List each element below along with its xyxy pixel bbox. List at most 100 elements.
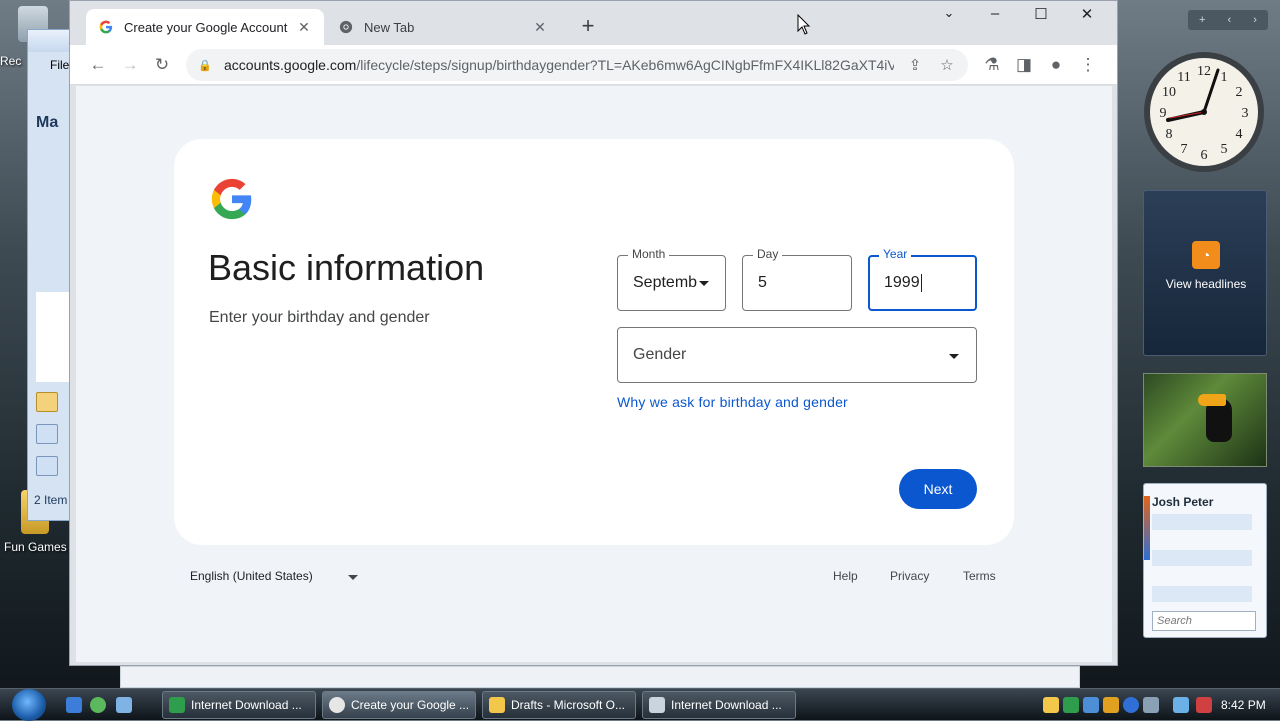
page-title: Basic information	[208, 247, 485, 288]
mouse-cursor-icon	[797, 14, 811, 35]
language-select[interactable]: English (United States)	[190, 569, 360, 583]
browser-toolbar: ← → ↻ 🔒 accounts.google.com/lifecycle/st…	[70, 45, 1117, 85]
google-favicon-icon	[98, 19, 114, 35]
svg-text:6: 6	[1201, 148, 1208, 163]
forward-arrow-icon[interactable]: →	[118, 53, 142, 77]
day-input[interactable]: Day 5	[742, 247, 852, 311]
idm-window-icon	[649, 697, 665, 713]
svg-text:3: 3	[1242, 106, 1249, 121]
side-panel-icon[interactable]: ◨	[1012, 53, 1036, 77]
gender-dropdown-caret-icon	[949, 354, 959, 359]
footer-terms-link[interactable]: Terms	[963, 569, 996, 583]
chrome-quicklaunch-icon[interactable]	[90, 697, 106, 713]
close-window-button[interactable]: ✕	[1064, 5, 1110, 23]
rss-icon: ◔	[1192, 241, 1220, 269]
svg-text:10: 10	[1162, 85, 1176, 100]
profile-avatar-icon[interactable]: ●	[1044, 53, 1068, 77]
outlook-window-background[interactable]: File Ma 2 Item	[27, 29, 76, 521]
start-button[interactable]	[12, 689, 46, 721]
clock-gadget-icon[interactable]: 12 12 345 678 91011	[1142, 50, 1266, 174]
year-input[interactable]: Year 1999	[868, 247, 977, 311]
task-label: Create your Google ...	[351, 698, 470, 712]
tray-network-icon[interactable]	[1083, 697, 1099, 713]
svg-text:2: 2	[1236, 85, 1243, 100]
browser-menu-icon[interactable]: ⋮	[1076, 53, 1100, 77]
contacts-accent	[1144, 496, 1150, 560]
tray-security-shield-icon[interactable]	[1103, 697, 1119, 713]
taskbar: Internet Download ... Create your Google…	[0, 688, 1280, 721]
why-we-ask-link[interactable]: Why we ask for birthday and gender	[617, 394, 848, 410]
bookmark-star-icon[interactable]: ☆	[936, 56, 958, 74]
contacts-gadget[interactable]: Josh Peter Search	[1143, 483, 1267, 638]
contacts-row	[1152, 550, 1252, 566]
signup-card: Basic information Enter your birthday an…	[174, 139, 1014, 545]
maximize-button[interactable]: ☐	[1018, 5, 1064, 23]
day-label: Day	[753, 247, 783, 261]
taskbar-item-chrome[interactable]: Create your Google ...	[322, 691, 476, 719]
outlook-item-count: 2 Item	[34, 493, 68, 507]
gender-select[interactable]: Gender	[617, 327, 977, 383]
extensions-icon[interactable]: ⚗	[980, 53, 1004, 77]
tab-new-tab[interactable]: New Tab ✕	[326, 9, 560, 45]
svg-text:8: 8	[1166, 127, 1173, 142]
tab-title: New Tab	[364, 19, 415, 35]
svg-text:11: 11	[1177, 70, 1190, 85]
outlook-mail-pane-title: Ma	[36, 114, 59, 131]
taskbar-item-outlook-drafts[interactable]: Drafts - Microsoft O...	[482, 691, 636, 719]
close-tab-icon[interactable]: ✕	[532, 19, 548, 36]
tray-idm-icon[interactable]	[1063, 697, 1079, 713]
reload-icon[interactable]: ↻	[150, 53, 174, 77]
fun-games-label: Fun Games	[4, 540, 67, 554]
close-tab-icon[interactable]: ✕	[296, 19, 312, 36]
toucan-beak	[1198, 394, 1226, 406]
task-label: Internet Download ...	[671, 698, 782, 712]
contact-name: Josh Peter	[1152, 495, 1214, 509]
switch-windows-icon[interactable]	[116, 697, 132, 713]
outlook-file-menu[interactable]: File	[28, 52, 74, 76]
footer-privacy-link[interactable]: Privacy	[890, 569, 929, 583]
tray-outlook-icon[interactable]	[1043, 697, 1059, 713]
year-label: Year	[879, 247, 912, 261]
system-clock[interactable]: 8:42 PM	[1221, 698, 1266, 712]
tray-volume-muted-icon[interactable]	[1196, 697, 1212, 713]
task-label: Drafts - Microsoft O...	[511, 698, 626, 712]
tab-search-chevron-icon[interactable]: ⌄	[926, 5, 972, 21]
new-tab-button[interactable]: +	[574, 13, 602, 39]
year-value: 1999	[884, 274, 922, 292]
url-text: accounts.google.com/lifecycle/steps/sign…	[224, 57, 894, 73]
footer-help-link[interactable]: Help	[833, 569, 858, 583]
idm-icon	[169, 697, 185, 713]
tray-printer-icon[interactable]	[1143, 697, 1159, 713]
contacts-search-input[interactable]: Search	[1152, 611, 1256, 631]
slideshow-gadget-toucan-image[interactable]	[1143, 373, 1267, 467]
tray-globe-icon[interactable]	[1123, 697, 1139, 713]
share-icon[interactable]: ⇪	[904, 56, 926, 74]
day-value: 5	[758, 274, 767, 291]
next-button[interactable]: Next	[899, 469, 977, 509]
outlook-mail-nav-icon[interactable]	[36, 392, 58, 412]
month-select[interactable]: Month Septemb	[617, 247, 726, 311]
taskbar-item-internet-download-2[interactable]: Internet Download ...	[642, 691, 796, 719]
minimize-button[interactable]: –	[972, 5, 1018, 22]
svg-text:1: 1	[1221, 70, 1228, 85]
show-desktop-icon[interactable]	[66, 697, 82, 713]
language-dropdown-caret-icon	[348, 575, 358, 580]
back-arrow-icon[interactable]: ←	[86, 53, 110, 77]
page-subtitle: Enter your birthday and gender	[209, 309, 430, 326]
tray-network-status-icon[interactable]	[1173, 697, 1189, 713]
svg-text:4: 4	[1236, 127, 1243, 142]
outlook-contacts-nav-icon[interactable]	[36, 456, 58, 476]
address-bar[interactable]: 🔒 accounts.google.com/lifecycle/steps/si…	[186, 49, 968, 81]
outlook-calendar-nav-icon[interactable]	[36, 424, 58, 444]
page-content: Basic information Enter your birthday an…	[76, 86, 1112, 662]
sidebar-controls[interactable]: + ‹ ›	[1188, 10, 1268, 30]
contacts-row	[1152, 514, 1252, 530]
month-dropdown-caret-icon	[699, 281, 709, 286]
chrome-icon	[329, 697, 345, 713]
google-logo-icon	[211, 178, 252, 220]
tab-create-google-account[interactable]: Create your Google Account ✕	[86, 9, 324, 45]
svg-text:5: 5	[1221, 142, 1228, 157]
taskbar-item-internet-download-1[interactable]: Internet Download ...	[162, 691, 316, 719]
browser-window: Create your Google Account ✕ New Tab ✕ +…	[69, 0, 1118, 666]
feed-headlines-gadget[interactable]: ◔ View headlines	[1143, 190, 1267, 356]
